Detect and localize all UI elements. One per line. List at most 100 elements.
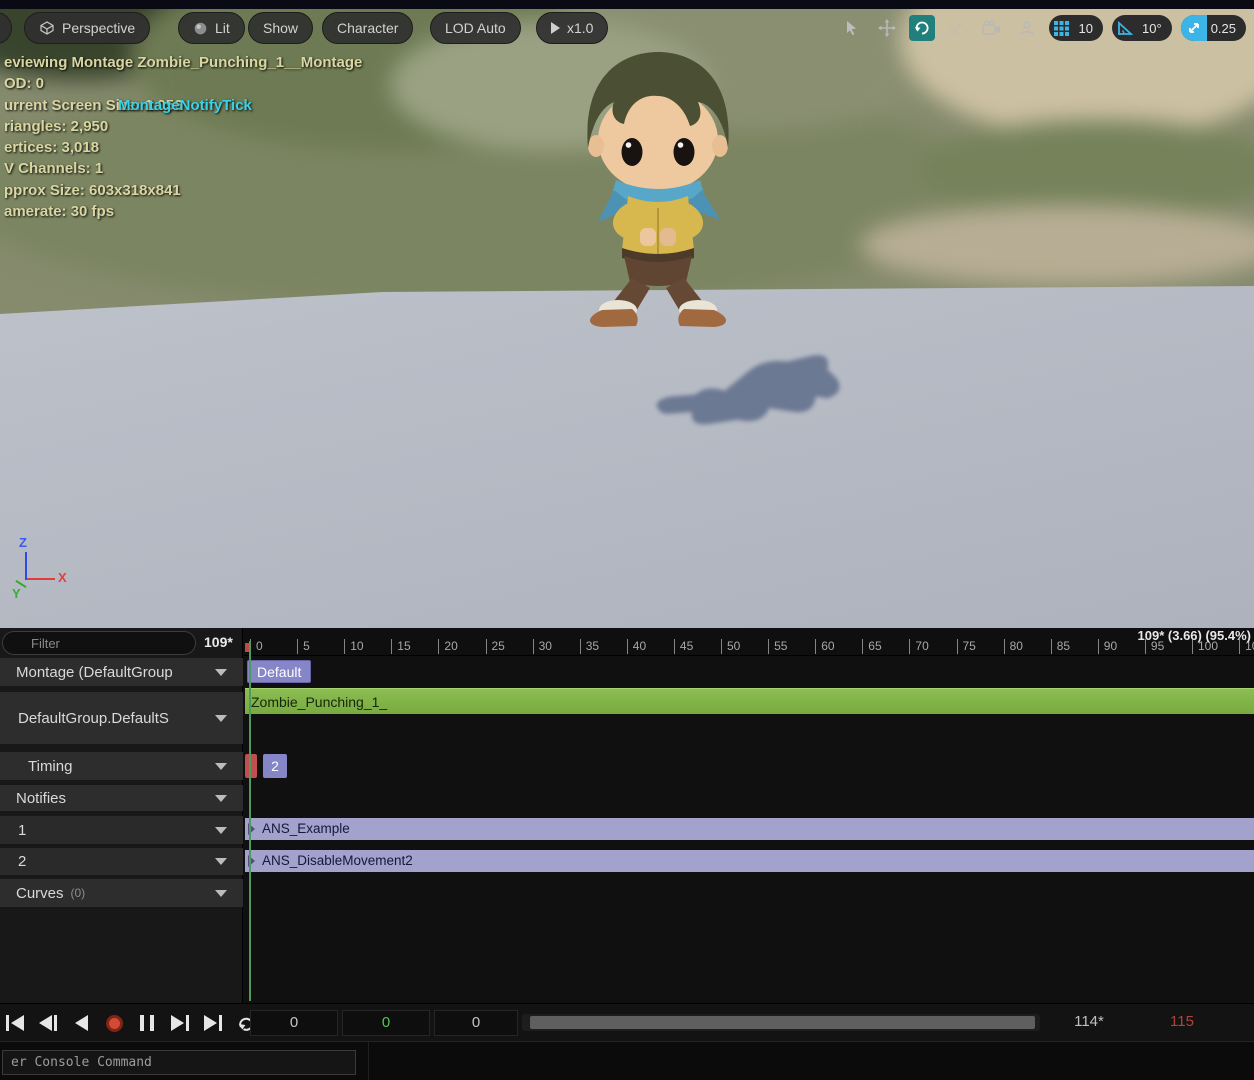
chevron-down-icon[interactable]	[215, 669, 227, 676]
lod-auto-button[interactable]: LOD Auto	[430, 12, 521, 44]
console-bar	[0, 1041, 1254, 1080]
track-row-notify-1-label: 1	[18, 822, 26, 839]
timeline-scrollbar-thumb[interactable]	[530, 1016, 1035, 1029]
ruler-tick: 25	[486, 639, 505, 654]
ruler-tick: 40	[627, 639, 646, 654]
stat-line: riangles: 2,950	[4, 116, 362, 137]
angle-snap-control[interactable]: 10°	[1112, 15, 1172, 41]
scale-snap-control[interactable]: 0.25	[1181, 15, 1246, 41]
notify-state-bar-2-label: ANS_DisableMovement2	[262, 853, 413, 868]
perspective-button[interactable]: Perspective	[24, 12, 150, 44]
track-row-timing[interactable]: Timing	[0, 752, 243, 780]
montage-segment-bar[interactable]: Zombie_Punching_1_	[245, 688, 1254, 714]
step-forward-button[interactable]	[169, 1010, 191, 1036]
character-button[interactable]: Character	[322, 12, 413, 44]
filter-input[interactable]	[2, 631, 196, 655]
track-row-curves-label: Curves	[16, 885, 64, 902]
montage-section-chip[interactable]: Default	[247, 660, 311, 683]
chevron-down-icon[interactable]	[215, 715, 227, 722]
track-row-notifies-label: Notifies	[16, 790, 66, 807]
camera-follow-icon[interactable]	[1014, 15, 1040, 41]
notify-state-bar-1-label: ANS_Example	[262, 821, 350, 836]
play-reverse-button[interactable]	[70, 1010, 92, 1036]
track-row-montage[interactable]: Montage (DefaultGroup	[0, 658, 243, 686]
notify-state-bar-2[interactable]: ANS_DisableMovement2	[245, 850, 1254, 872]
stat-line: OD: 0	[4, 73, 362, 94]
current-time-field[interactable]: 0	[342, 1010, 430, 1036]
chevron-down-icon[interactable]	[215, 890, 227, 897]
track-row-slot[interactable]: DefaultGroup.DefaultS	[0, 692, 243, 744]
rotate-tool-icon[interactable]	[909, 15, 935, 41]
character-shadow	[648, 350, 848, 442]
notify-state-bar-1[interactable]: ANS_Example	[245, 818, 1254, 840]
chevron-down-icon[interactable]	[215, 827, 227, 834]
stat-line: amerate: 30 fps	[4, 201, 362, 222]
scale-snap-icon	[1181, 15, 1207, 41]
lod-auto-label: LOD Auto	[445, 20, 506, 36]
play-speed-button[interactable]: x1.0	[536, 12, 608, 44]
viewport-3d[interactable]: Perspective Lit Show Character LOD Auto …	[0, 0, 1254, 628]
select-tool-icon[interactable]	[839, 15, 865, 41]
background-sidewalk	[860, 205, 1254, 285]
camera-icon[interactable]	[979, 15, 1005, 41]
angle-snap-icon	[1112, 15, 1138, 41]
ruler-tick: 85	[1051, 639, 1070, 654]
grid-snap-control[interactable]: 10	[1049, 15, 1103, 41]
scale-snap-value: 0.25	[1207, 21, 1246, 36]
timeline-tracks-area[interactable]: 0510152025303540455055606570758085909510…	[244, 628, 1254, 1003]
track-row-notify-1[interactable]: 1	[0, 816, 243, 844]
preview-character	[552, 30, 764, 330]
ruler-tick: 45	[674, 639, 693, 654]
ruler-tick: 60	[815, 639, 834, 654]
stat-line: eviewing Montage Zombie_Punching_1__Mont…	[4, 52, 362, 73]
stat-line: ertices: 3,018	[4, 137, 362, 158]
play-icon	[551, 22, 560, 34]
angle-snap-value: 10°	[1138, 21, 1172, 36]
go-to-front-button[interactable]	[4, 1010, 26, 1036]
chevron-down-icon[interactable]	[215, 858, 227, 865]
show-button[interactable]: Show	[248, 12, 313, 44]
track-row-curves[interactable]: Curves (0)	[0, 879, 243, 907]
console-divider	[368, 1042, 369, 1080]
move-tool-icon[interactable]	[874, 15, 900, 41]
grid-snap-icon	[1049, 15, 1075, 41]
record-button[interactable]	[103, 1010, 125, 1036]
track-row-notify-2[interactable]: 2	[0, 848, 243, 875]
montage-timeline-panel: 109* Montage (DefaultGroup DefaultGroup.…	[0, 628, 1254, 1003]
axis-x-label: X	[58, 570, 67, 585]
current-percent-field[interactable]: 0	[434, 1010, 518, 1036]
lit-button[interactable]: Lit	[178, 12, 245, 44]
chevron-down-icon[interactable]	[215, 763, 227, 770]
timeline-ruler[interactable]: 0510152025303540455055606570758085909510…	[244, 628, 1254, 656]
animation-montage-editor: Perspective Lit Show Character LOD Auto …	[0, 0, 1254, 1080]
timing-marker-1[interactable]	[245, 754, 257, 778]
play-speed-label: x1.0	[567, 20, 593, 36]
viewport-stats: MontageNotifyTick eviewing Montage Zombi…	[4, 52, 362, 222]
menu-button-partial[interactable]	[0, 12, 12, 44]
perspective-icon	[39, 20, 55, 36]
viewport-toolbar: Perspective Lit Show Character LOD Auto …	[0, 12, 1254, 46]
step-backward-button[interactable]	[37, 1010, 59, 1036]
frame-counter-badge: 109*	[204, 634, 233, 650]
current-frame-field[interactable]: 0	[250, 1010, 338, 1036]
track-row-slot-label: DefaultGroup.DefaultS	[18, 710, 169, 727]
timing-marker-2[interactable]: 2	[263, 754, 287, 778]
lit-label: Lit	[215, 20, 230, 36]
chevron-down-icon[interactable]	[215, 795, 227, 802]
console-command-input[interactable]	[2, 1050, 356, 1075]
ruler-tick: 0	[250, 639, 263, 654]
pause-button[interactable]	[136, 1010, 158, 1036]
scale-tool-icon[interactable]	[944, 15, 970, 41]
axis-z-label: Z	[19, 535, 27, 550]
go-to-end-button[interactable]	[202, 1010, 224, 1036]
track-row-timing-label: Timing	[28, 758, 72, 775]
track-row-notifies[interactable]: Notifies	[0, 785, 243, 811]
axis-gizmo: Z X Y	[12, 538, 82, 602]
ruler-tick: 70	[909, 639, 928, 654]
end-frame-label: 114*	[1058, 1013, 1120, 1030]
ruler-tick: 90	[1098, 639, 1117, 654]
playhead-line[interactable]	[249, 641, 251, 1001]
timeline-scrollbar[interactable]	[522, 1014, 1040, 1031]
grid-snap-value: 10	[1075, 21, 1103, 36]
perspective-label: Perspective	[62, 20, 135, 36]
